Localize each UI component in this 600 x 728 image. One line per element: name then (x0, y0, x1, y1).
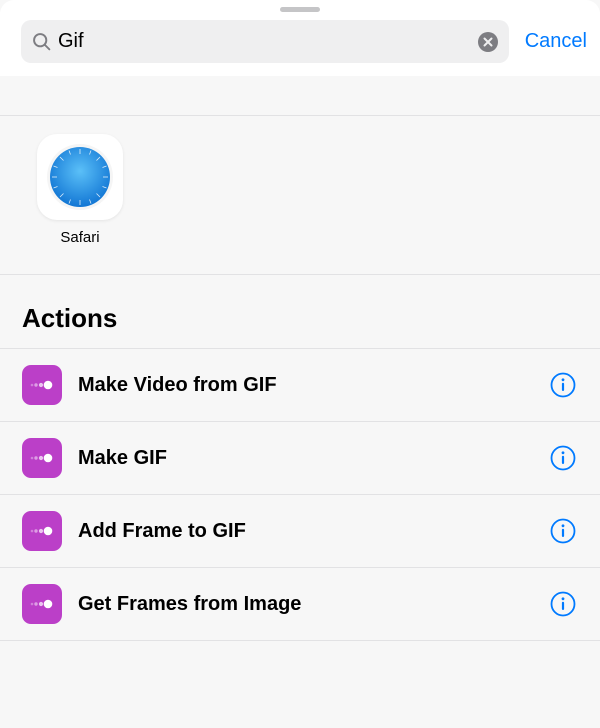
search-field[interactable] (21, 20, 509, 63)
action-title: Make GIF (78, 447, 534, 470)
action-row-get-frames-from-image[interactable]: Get Frames from Image (0, 568, 600, 641)
gif-action-icon (22, 438, 62, 478)
gif-action-icon (22, 365, 62, 405)
gif-action-icon (22, 511, 62, 551)
search-input[interactable] (52, 30, 477, 53)
action-title: Make Video from GIF (78, 374, 534, 397)
section-spacer (0, 76, 600, 116)
action-row-make-gif[interactable]: Make GIF (0, 422, 600, 495)
safari-icon (37, 134, 123, 220)
action-row-add-frame-to-gif[interactable]: Add Frame to GIF (0, 495, 600, 568)
action-list: Make Video from GIF (0, 348, 600, 641)
search-icon (31, 31, 52, 52)
search-row: Cancel (0, 12, 600, 76)
apps-section: Safari (0, 116, 600, 274)
action-title: Add Frame to GIF (78, 520, 534, 543)
action-title: Get Frames from Image (78, 593, 534, 616)
sheet: Cancel (0, 0, 600, 728)
info-icon[interactable] (550, 518, 576, 544)
app-item-safari[interactable]: Safari (36, 134, 124, 246)
info-icon[interactable] (550, 445, 576, 471)
clear-icon[interactable] (477, 31, 499, 53)
cancel-button[interactable]: Cancel (523, 30, 589, 53)
action-row-make-video-from-gif[interactable]: Make Video from GIF (0, 349, 600, 422)
info-icon[interactable] (550, 372, 576, 398)
info-icon[interactable] (550, 591, 576, 617)
gif-action-icon (22, 584, 62, 624)
app-label: Safari (60, 229, 99, 246)
content: Safari Actions Make Video from GIF (0, 76, 600, 728)
actions-header: Actions (0, 274, 600, 348)
